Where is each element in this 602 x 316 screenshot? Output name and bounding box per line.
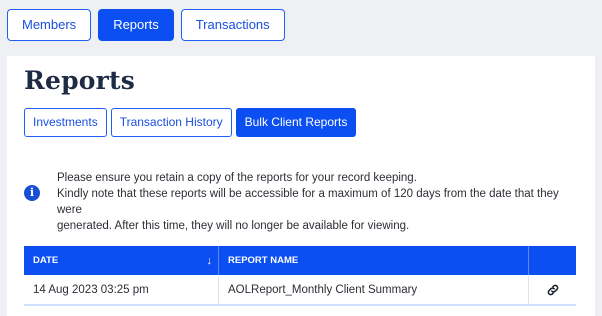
reports-table: DATE ↓ REPORT NAME 14 Aug 2023 03:25 pm … — [24, 246, 576, 306]
sort-down-icon[interactable]: ↓ — [207, 255, 213, 267]
notice-line-3: generated. After this time, they will no… — [57, 220, 410, 232]
retention-notice: i Please ensure you retain a copy of the… — [24, 170, 584, 234]
info-icon: i — [24, 185, 40, 201]
tab-members[interactable]: Members — [7, 9, 92, 41]
cell-report-name: AOLReport_Monthly Client Summary — [219, 275, 529, 304]
notice-text: Please ensure you retain a copy of the r… — [57, 170, 584, 234]
notice-line-2: Kindly note that these reports will be a… — [57, 188, 559, 216]
page-title: Reports — [24, 66, 136, 95]
tab-investments[interactable]: Investments — [24, 108, 107, 137]
tab-transactions[interactable]: Transactions — [180, 9, 285, 41]
column-report-name-label: REPORT NAME — [228, 255, 299, 266]
tab-bulk-client-reports[interactable]: Bulk Client Reports — [235, 108, 357, 137]
table-row: 14 Aug 2023 03:25 pm AOLReport_Monthly C… — [24, 275, 576, 306]
column-date-label: DATE — [33, 255, 59, 266]
reports-sub-tabs: Investments Transaction History Bulk Cli… — [24, 108, 357, 137]
column-header-date[interactable]: DATE ↓ — [24, 246, 219, 275]
notice-line-1: Please ensure you retain a copy of the r… — [57, 172, 417, 184]
reports-panel: Reports Investments Transaction History … — [7, 56, 595, 316]
cell-actions — [529, 275, 576, 304]
table-header: DATE ↓ REPORT NAME — [24, 246, 576, 275]
tab-transaction-history[interactable]: Transaction History — [110, 108, 232, 137]
cell-date: 14 Aug 2023 03:25 pm — [24, 275, 219, 304]
tab-reports[interactable]: Reports — [98, 9, 174, 41]
link-icon[interactable] — [546, 283, 560, 297]
column-header-actions — [529, 246, 576, 275]
main-nav-tabs: Members Reports Transactions — [7, 9, 285, 41]
column-header-report-name[interactable]: REPORT NAME — [219, 246, 529, 275]
